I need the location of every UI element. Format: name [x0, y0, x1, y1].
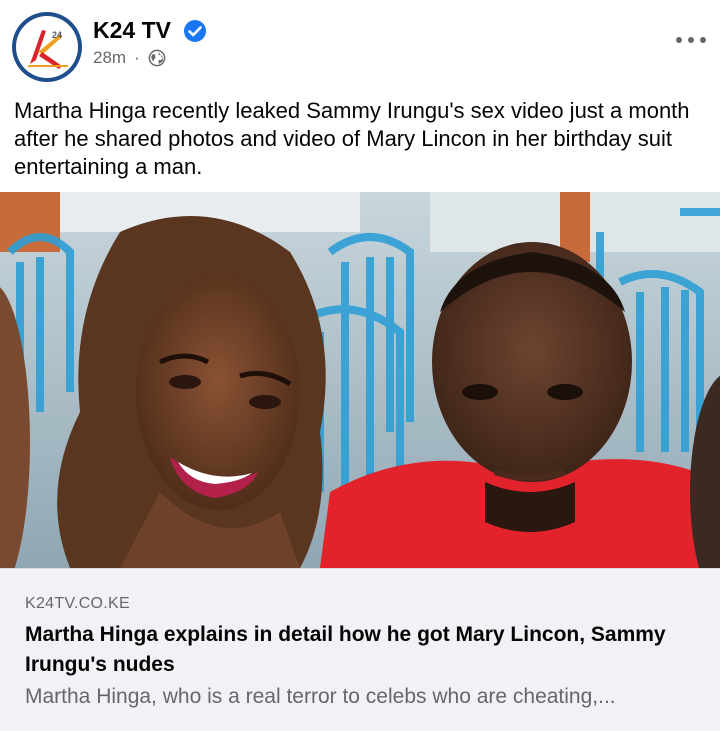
- page-name[interactable]: K24 TV: [93, 16, 171, 44]
- page-avatar[interactable]: 24: [12, 12, 82, 82]
- post-meta: 28m ·: [93, 47, 166, 69]
- post-text: Martha Hinga recently leaked Sammy Irung…: [14, 98, 690, 179]
- more-options-icon[interactable]: [676, 30, 706, 50]
- k24-logo-icon: 24: [16, 16, 78, 78]
- verified-badge-icon: [184, 20, 206, 42]
- link-title[interactable]: Martha Hinga explains in detail how he g…: [25, 620, 695, 680]
- link-description: Martha Hinga, who is a real terror to ce…: [25, 685, 616, 708]
- link-domain: K24TV.CO.KE: [25, 595, 130, 612]
- post-timestamp[interactable]: 28m: [93, 47, 126, 69]
- link-card[interactable]: K24TV.CO.KE Martha Hinga explains in det…: [0, 568, 720, 731]
- meta-separator: ·: [134, 48, 140, 67]
- globe-icon: [148, 49, 166, 67]
- svg-text:24: 24: [52, 30, 62, 40]
- post-header: 24 K24 TV 28m ·: [0, 0, 720, 88]
- link-preview-image[interactable]: [0, 192, 720, 568]
